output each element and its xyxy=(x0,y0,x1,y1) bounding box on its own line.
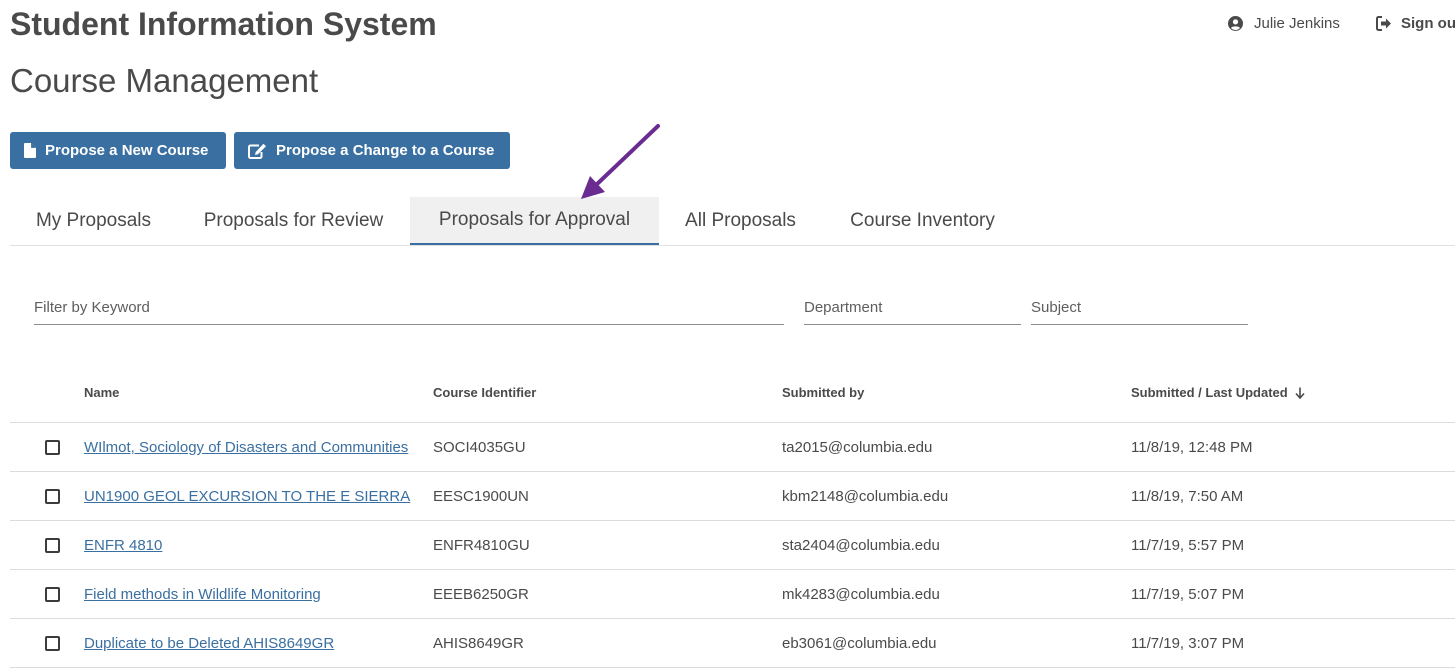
proposal-name-link[interactable]: WIlmot, Sociology of Disasters and Commu… xyxy=(84,439,408,456)
table-row: Field methods in Wildlife Monitoring EEE… xyxy=(10,570,1455,619)
keyword-filter-input[interactable] xyxy=(34,290,784,324)
column-header-submitted-last-updated[interactable]: Submitted / Last Updated xyxy=(1131,385,1305,400)
column-header-label: Submitted / Last Updated xyxy=(1131,385,1288,400)
arrow-down-icon xyxy=(1295,387,1305,399)
course-identifier: ENFR4810GU xyxy=(433,537,530,554)
sign-out-icon xyxy=(1376,16,1392,31)
table-row: ENFR 4810 ENFR4810GU sta2404@columbia.ed… xyxy=(10,521,1455,570)
course-identifier: SOCI4035GU xyxy=(433,439,526,456)
row-checkbox[interactable] xyxy=(45,440,60,455)
sign-out-link[interactable]: Sign ou xyxy=(1376,15,1455,32)
edit-icon xyxy=(248,143,267,159)
proposals-table: Name Course Identifier Submitted by Subm… xyxy=(10,368,1455,668)
table-row: WIlmot, Sociology of Disasters and Commu… xyxy=(10,423,1455,472)
file-icon xyxy=(24,143,36,158)
tab-all-proposals[interactable]: All Proposals xyxy=(659,197,822,245)
user-circle-icon xyxy=(1228,16,1243,31)
table-row: UN1900 GEOL EXCURSION TO THE E SIERRA EE… xyxy=(10,472,1455,521)
propose-new-course-button[interactable]: Propose a New Course xyxy=(10,132,226,169)
last-updated: 11/8/19, 7:50 AM xyxy=(1131,488,1244,505)
propose-change-label: Propose a Change to a Course xyxy=(276,142,495,159)
keyword-filter xyxy=(34,290,784,325)
submitted-by: eb3061@columbia.edu xyxy=(782,635,937,652)
proposal-name-link[interactable]: Duplicate to be Deleted AHIS8649GR xyxy=(84,635,334,652)
submitted-by: kbm2148@columbia.edu xyxy=(782,488,949,505)
tab-proposals-for-review[interactable]: Proposals for Review xyxy=(177,197,410,245)
tab-proposals-for-approval[interactable]: Proposals for Approval xyxy=(410,197,659,245)
column-header-name[interactable]: Name xyxy=(84,385,119,400)
last-updated: 11/7/19, 5:07 PM xyxy=(1131,586,1245,603)
table-row: Duplicate to be Deleted AHIS8649GR AHIS8… xyxy=(10,619,1455,668)
propose-change-button[interactable]: Propose a Change to a Course xyxy=(234,132,510,169)
subject-filter-input[interactable] xyxy=(1031,290,1248,324)
tab-course-inventory[interactable]: Course Inventory xyxy=(822,197,1023,245)
submitted-by: mk4283@columbia.edu xyxy=(782,586,940,603)
table-header: Name Course Identifier Submitted by Subm… xyxy=(10,368,1455,423)
column-header-course-identifier[interactable]: Course Identifier xyxy=(433,385,536,400)
sign-out-label: Sign ou xyxy=(1401,15,1455,32)
tab-my-proposals[interactable]: My Proposals xyxy=(10,197,177,245)
user-menu[interactable]: Julie Jenkins xyxy=(1228,15,1340,32)
app-title: Student Information System xyxy=(10,6,437,42)
proposal-name-link[interactable]: UN1900 GEOL EXCURSION TO THE E SIERRA xyxy=(84,488,410,505)
row-checkbox[interactable] xyxy=(45,489,60,504)
course-identifier: AHIS8649GR xyxy=(433,635,524,652)
submitted-by: sta2404@columbia.edu xyxy=(782,537,940,554)
row-checkbox[interactable] xyxy=(45,587,60,602)
propose-new-course-label: Propose a New Course xyxy=(45,142,209,159)
subject-filter xyxy=(1031,290,1248,325)
last-updated: 11/7/19, 5:57 PM xyxy=(1131,537,1245,554)
department-filter-input[interactable] xyxy=(804,290,1021,324)
last-updated: 11/8/19, 12:48 PM xyxy=(1131,439,1253,456)
column-header-submitted-by[interactable]: Submitted by xyxy=(782,385,864,400)
last-updated: 11/7/19, 3:07 PM xyxy=(1131,635,1245,652)
proposal-name-link[interactable]: ENFR 4810 xyxy=(84,537,162,554)
department-filter xyxy=(804,290,1021,325)
submitted-by: ta2015@columbia.edu xyxy=(782,439,933,456)
course-identifier: EESC1900UN xyxy=(433,488,529,505)
user-name: Julie Jenkins xyxy=(1254,15,1340,32)
proposal-name-link[interactable]: Field methods in Wildlife Monitoring xyxy=(84,586,321,603)
page-title: Course Management xyxy=(10,62,319,99)
proposal-tabs: My Proposals Proposals for Review Propos… xyxy=(10,197,1455,246)
row-checkbox[interactable] xyxy=(45,636,60,651)
course-identifier: EEEB6250GR xyxy=(433,586,529,603)
row-checkbox[interactable] xyxy=(45,538,60,553)
